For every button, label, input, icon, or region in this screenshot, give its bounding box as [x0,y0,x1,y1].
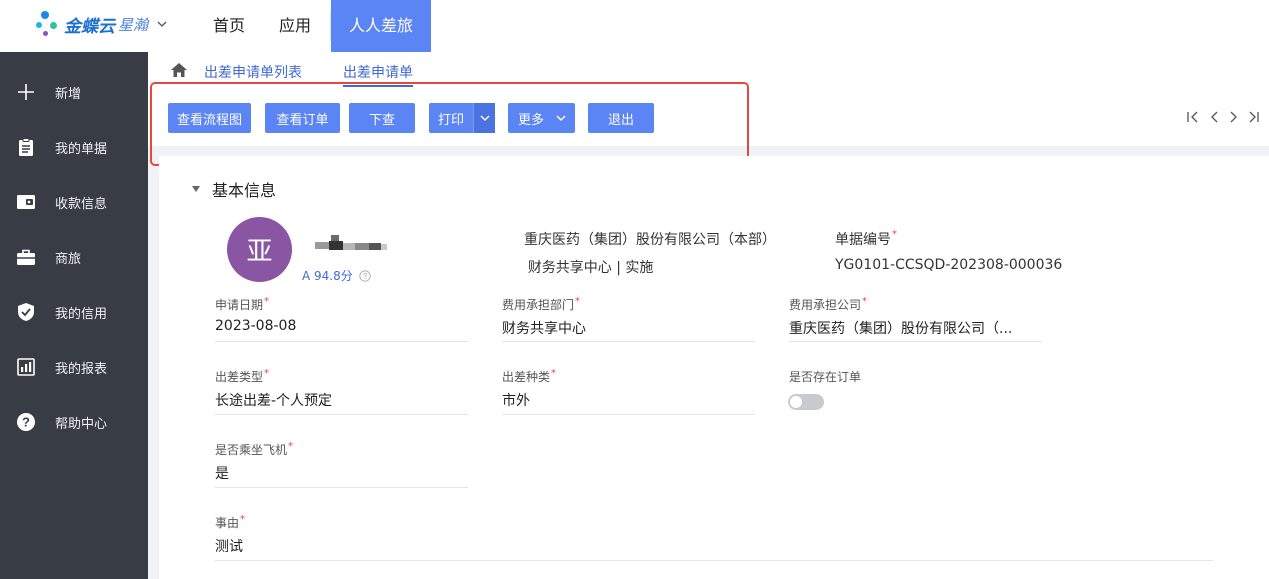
sidebar-item-my-reports[interactable]: 我的报表 [0,352,148,382]
home-icon[interactable] [170,62,188,78]
field-label: 事由* [215,514,246,530]
chevron-down-icon[interactable] [156,18,168,30]
field-label: 出差类型* [215,368,270,384]
cost-dept-field[interactable]: 费用承担部门* 财务共享中心 [502,296,755,342]
sidebar-item-label: 新增 [55,86,82,102]
sidebar: 新增 我的单据 收款信息 商旅 我的信用 我的报表 ? 帮助中心 [0,52,148,579]
collapse-triangle-icon [192,186,200,192]
chart-icon [16,357,36,377]
field-value: 财务共享中心 [502,321,586,337]
shield-check-icon [16,302,36,322]
nav-travel[interactable]: 人人差旅 [331,0,432,52]
breadcrumb: 出差申请单列表 出差申请单 [148,52,1269,90]
field-label: 是否乘坐飞机* [215,441,294,457]
nav-home[interactable]: 首页 [196,0,262,52]
field-underline [215,414,468,415]
push-down-button[interactable]: 下查 [349,103,415,133]
sidebar-item-my-documents[interactable]: 我的单据 [0,132,148,162]
chevron-down-icon [554,103,568,133]
sidebar-item-label: 商旅 [55,251,82,267]
field-label: 申请日期* [215,296,270,312]
view-flow-button[interactable]: 查看流程图 [168,103,251,133]
briefcase-icon [16,247,36,267]
clipboard-icon [16,137,36,157]
field-label: 费用承担公司* [789,296,868,312]
sidebar-item-label: 我的报表 [55,361,108,377]
toolbar: 查看流程图 查看订单 下查 打印 更多 退出 [148,90,1269,146]
field-label: 费用承担部门* [502,296,581,312]
field-value: 是 [215,466,229,482]
help-icon: ? [16,412,36,432]
prev-record-icon[interactable] [1207,109,1221,125]
department-role-text: 财务共享中心 | 实施 [527,260,654,276]
field-underline [215,487,468,488]
sidebar-item-label: 帮助中心 [55,416,108,432]
logo-mark-icon [36,10,60,38]
credit-score-value: A 94.8分 [302,269,353,283]
print-button[interactable]: 打印 [429,103,495,133]
sidebar-item-business-travel[interactable]: 商旅 [0,242,148,272]
sidebar-item-label: 我的信用 [55,306,108,322]
credit-score[interactable]: A 94.8分 ? [302,267,371,284]
next-record-icon[interactable] [1227,109,1241,125]
top-bar: 金蝶云 星瀚 首页 应用 人人差旅 [0,0,1269,52]
exit-button[interactable]: 退出 [588,103,654,133]
section-header[interactable]: 基本信息 [191,177,276,201]
logo-brand-secondary: 星瀚 [118,15,149,34]
app-logo[interactable]: 金蝶云 星瀚 [36,10,168,38]
by-plane-field[interactable]: 是否乘坐飞机* 是 [215,441,468,488]
first-record-icon[interactable] [1185,109,1201,125]
sidebar-item-label: 收款信息 [55,196,108,212]
breadcrumb-current[interactable]: 出差申请单 [343,62,413,87]
field-label: 是否存在订单 [789,370,862,384]
field-value: 市外 [502,393,530,409]
field-value: 长途出差-个人预定 [215,393,333,409]
doc-number-value: YG0101-CCSQD-202308-000036 [835,257,1063,273]
last-record-icon[interactable] [1247,109,1261,125]
sidebar-item-label: 我的单据 [55,141,108,157]
top-nav: 首页 应用 人人差旅 [196,0,432,52]
print-label: 打印 [438,112,465,128]
section-title: 基本信息 [212,181,277,200]
field-underline [215,560,1213,561]
chevron-down-icon[interactable] [473,103,495,133]
plus-icon [16,82,36,102]
reason-field[interactable]: 事由* 测试 [215,514,1213,561]
field-underline [502,414,755,415]
has-order-field: 是否存在订单 [789,368,1042,388]
svg-text:?: ? [363,271,368,280]
svg-text:?: ? [22,415,30,430]
trip-kind-field[interactable]: 出差种类* 市外 [502,368,755,415]
question-circle-icon[interactable]: ? [359,269,371,282]
sidebar-item-help-center[interactable]: ? 帮助中心 [0,407,148,437]
sidebar-item-payment-info[interactable]: 收款信息 [0,187,148,217]
view-order-button[interactable]: 查看订单 [265,103,340,133]
cost-company-field[interactable]: 费用承担公司* 重庆医药（集团）股份有限公司（... [789,296,1042,342]
department-role: 财务共享中心 | 实施 [510,257,654,277]
doc-number-label: 单据编号* [835,229,897,248]
has-order-toggle[interactable] [788,394,824,410]
name-blurred-image [315,235,387,250]
field-underline [789,341,1042,342]
field-value: 2023-08-08 [215,318,297,334]
company-name: 重庆医药（集团）股份有限公司（本部） [524,232,776,248]
nav-apps[interactable]: 应用 [262,0,328,52]
trip-type-field[interactable]: 出差类型* 长途出差-个人预定 [215,368,468,415]
field-underline [215,341,468,342]
field-value: 重庆医药（集团）股份有限公司（... [789,321,1013,337]
apply-date-field[interactable]: 申请日期* 2023-08-08 [215,296,468,342]
logo-brand-primary: 金蝶云 [64,16,115,37]
breadcrumb-list-link[interactable]: 出差申请单列表 [204,62,302,82]
sidebar-item-my-credit[interactable]: 我的信用 [0,297,148,327]
more-button[interactable]: 更多 [508,103,575,133]
avatar: 亚 [227,217,292,282]
field-underline [502,341,755,342]
record-pager [1185,109,1261,125]
field-value: 测试 [215,539,243,555]
more-label: 更多 [518,112,545,128]
form-card: 基本信息 亚 A 94.8分 ? 重庆医药（集团）股份有限公司（本部） 财务共享… [159,156,1269,579]
field-label: 出差种类* [502,368,557,384]
sidebar-item-new[interactable]: 新增 [0,77,148,107]
wallet-icon [16,192,36,212]
